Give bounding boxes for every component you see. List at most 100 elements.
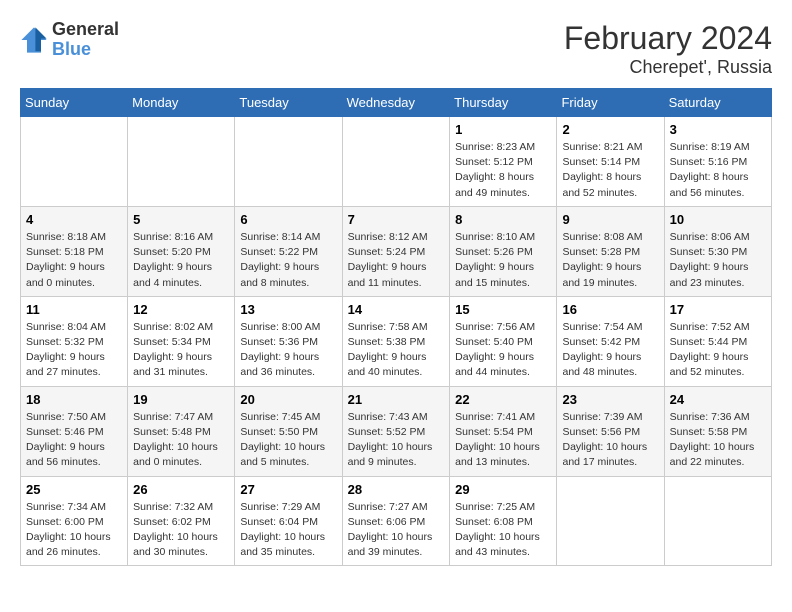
- day-detail: Sunrise: 8:12 AM Sunset: 5:24 PM Dayligh…: [348, 230, 445, 291]
- day-detail: Sunrise: 7:32 AM Sunset: 6:02 PM Dayligh…: [133, 500, 229, 561]
- calendar-cell: 25 Sunrise: 7:34 AM Sunset: 6:00 PM Dayli…: [21, 476, 128, 566]
- day-number: 3: [670, 122, 766, 137]
- calendar-cell: 7 Sunrise: 8:12 AM Sunset: 5:24 PM Daylig…: [342, 206, 450, 296]
- day-number: 4: [26, 212, 122, 227]
- day-detail: Sunrise: 7:27 AM Sunset: 6:06 PM Dayligh…: [348, 500, 445, 561]
- calendar-cell: 3 Sunrise: 8:19 AM Sunset: 5:16 PM Daylig…: [664, 117, 771, 207]
- col-header-wednesday: Wednesday: [342, 89, 450, 117]
- calendar-cell: 2Sunrise: 8:21 AM Sunset: 5:14 PM Daylig…: [557, 117, 664, 207]
- day-detail: Sunrise: 7:34 AM Sunset: 6:00 PM Dayligh…: [26, 500, 122, 561]
- day-number: 9: [562, 212, 658, 227]
- day-number: 7: [348, 212, 445, 227]
- day-number: 14: [348, 302, 445, 317]
- calendar-cell: 5 Sunrise: 8:16 AM Sunset: 5:20 PM Daylig…: [128, 206, 235, 296]
- day-detail: Sunrise: 7:47 AM Sunset: 5:48 PM Dayligh…: [133, 410, 229, 471]
- calendar-cell: [21, 117, 128, 207]
- calendar-cell: [128, 117, 235, 207]
- day-detail: Sunrise: 7:52 AM Sunset: 5:44 PM Dayligh…: [670, 320, 766, 381]
- day-number: 12: [133, 302, 229, 317]
- day-number: 24: [670, 392, 766, 407]
- day-number: 22: [455, 392, 551, 407]
- col-header-thursday: Thursday: [450, 89, 557, 117]
- day-number: 17: [670, 302, 766, 317]
- calendar-cell: 13Sunrise: 8:00 AM Sunset: 5:36 PM Dayli…: [235, 296, 342, 386]
- day-number: 20: [240, 392, 336, 407]
- day-number: 6: [240, 212, 336, 227]
- day-number: 26: [133, 482, 229, 497]
- calendar-cell: 16 Sunrise: 7:54 AM Sunset: 5:42 PM Dayli…: [557, 296, 664, 386]
- logo-blue: Blue: [52, 40, 119, 60]
- calendar-cell: 26 Sunrise: 7:32 AM Sunset: 6:02 PM Dayli…: [128, 476, 235, 566]
- calendar-cell: 29 Sunrise: 7:25 AM Sunset: 6:08 PM Dayli…: [450, 476, 557, 566]
- calendar-cell: 23 Sunrise: 7:39 AM Sunset: 5:56 PM Dayli…: [557, 386, 664, 476]
- day-number: 11: [26, 302, 122, 317]
- page-subtitle: Cherepet', Russia: [564, 57, 772, 78]
- day-number: 19: [133, 392, 229, 407]
- day-detail: Sunrise: 8:16 AM Sunset: 5:20 PM Dayligh…: [133, 230, 229, 291]
- calendar-cell: 8 Sunrise: 8:10 AM Sunset: 5:26 PM Daylig…: [450, 206, 557, 296]
- logo: General Blue: [20, 20, 119, 60]
- day-detail: Sunrise: 7:45 AM Sunset: 5:50 PM Dayligh…: [240, 410, 336, 471]
- day-detail: Sunrise: 8:06 AM Sunset: 5:30 PM Dayligh…: [670, 230, 766, 291]
- calendar-table: SundayMondayTuesdayWednesdayThursdayFrid…: [20, 88, 772, 566]
- calendar-cell: 12 Sunrise: 8:02 AM Sunset: 5:34 PM Dayli…: [128, 296, 235, 386]
- calendar-cell: [342, 117, 450, 207]
- col-header-monday: Monday: [128, 89, 235, 117]
- day-number: 15: [455, 302, 551, 317]
- day-detail: Sunrise: 8:10 AM Sunset: 5:26 PM Dayligh…: [455, 230, 551, 291]
- day-detail: Sunrise: 7:36 AM Sunset: 5:58 PM Dayligh…: [670, 410, 766, 471]
- logo-icon: [20, 26, 48, 54]
- day-number: 5: [133, 212, 229, 227]
- calendar-header-row: SundayMondayTuesdayWednesdayThursdayFrid…: [21, 89, 772, 117]
- day-detail: Sunrise: 7:41 AM Sunset: 5:54 PM Dayligh…: [455, 410, 551, 471]
- day-number: 21: [348, 392, 445, 407]
- day-detail: Sunrise: 8:04 AM Sunset: 5:32 PM Dayligh…: [26, 320, 122, 381]
- day-number: 10: [670, 212, 766, 227]
- page-header: General Blue February 2024 Cherepet', Ru…: [20, 20, 772, 78]
- calendar-cell: 9 Sunrise: 8:08 AM Sunset: 5:28 PM Daylig…: [557, 206, 664, 296]
- day-number: 1: [455, 122, 551, 137]
- calendar-cell: 19 Sunrise: 7:47 AM Sunset: 5:48 PM Dayli…: [128, 386, 235, 476]
- day-number: 23: [562, 392, 658, 407]
- calendar-cell: [664, 476, 771, 566]
- day-detail: Sunrise: 7:25 AM Sunset: 6:08 PM Dayligh…: [455, 500, 551, 561]
- calendar-cell: 15Sunrise: 7:56 AM Sunset: 5:40 PM Dayli…: [450, 296, 557, 386]
- day-number: 29: [455, 482, 551, 497]
- col-header-sunday: Sunday: [21, 89, 128, 117]
- week-row-1: 1Sunrise: 8:23 AM Sunset: 5:12 PM Daylig…: [21, 117, 772, 207]
- col-header-friday: Friday: [557, 89, 664, 117]
- day-detail: Sunrise: 7:58 AM Sunset: 5:38 PM Dayligh…: [348, 320, 445, 381]
- calendar-cell: 27Sunrise: 7:29 AM Sunset: 6:04 PM Dayli…: [235, 476, 342, 566]
- day-detail: Sunrise: 8:18 AM Sunset: 5:18 PM Dayligh…: [26, 230, 122, 291]
- calendar-cell: 21 Sunrise: 7:43 AM Sunset: 5:52 PM Dayli…: [342, 386, 450, 476]
- day-detail: Sunrise: 7:50 AM Sunset: 5:46 PM Dayligh…: [26, 410, 122, 471]
- day-detail: Sunrise: 7:54 AM Sunset: 5:42 PM Dayligh…: [562, 320, 658, 381]
- day-detail: Sunrise: 8:21 AM Sunset: 5:14 PM Dayligh…: [562, 140, 658, 201]
- week-row-2: 4 Sunrise: 8:18 AM Sunset: 5:18 PM Daylig…: [21, 206, 772, 296]
- calendar-cell: [557, 476, 664, 566]
- calendar-cell: 10 Sunrise: 8:06 AM Sunset: 5:30 PM Dayli…: [664, 206, 771, 296]
- day-number: 8: [455, 212, 551, 227]
- day-number: 18: [26, 392, 122, 407]
- calendar-cell: 4 Sunrise: 8:18 AM Sunset: 5:18 PM Daylig…: [21, 206, 128, 296]
- week-row-3: 11 Sunrise: 8:04 AM Sunset: 5:32 PM Dayli…: [21, 296, 772, 386]
- day-detail: Sunrise: 8:19 AM Sunset: 5:16 PM Dayligh…: [670, 140, 766, 201]
- day-detail: Sunrise: 7:39 AM Sunset: 5:56 PM Dayligh…: [562, 410, 658, 471]
- calendar-cell: 17 Sunrise: 7:52 AM Sunset: 5:44 PM Dayli…: [664, 296, 771, 386]
- day-number: 16: [562, 302, 658, 317]
- calendar-cell: 6 Sunrise: 8:14 AM Sunset: 5:22 PM Daylig…: [235, 206, 342, 296]
- col-header-tuesday: Tuesday: [235, 89, 342, 117]
- day-detail: Sunrise: 7:29 AM Sunset: 6:04 PM Dayligh…: [240, 500, 336, 561]
- calendar-cell: [235, 117, 342, 207]
- day-detail: Sunrise: 8:00 AM Sunset: 5:36 PM Dayligh…: [240, 320, 336, 381]
- day-detail: Sunrise: 7:43 AM Sunset: 5:52 PM Dayligh…: [348, 410, 445, 471]
- day-detail: Sunrise: 8:08 AM Sunset: 5:28 PM Dayligh…: [562, 230, 658, 291]
- day-detail: Sunrise: 8:14 AM Sunset: 5:22 PM Dayligh…: [240, 230, 336, 291]
- calendar-cell: 14 Sunrise: 7:58 AM Sunset: 5:38 PM Dayli…: [342, 296, 450, 386]
- day-detail: Sunrise: 8:02 AM Sunset: 5:34 PM Dayligh…: [133, 320, 229, 381]
- title-block: February 2024 Cherepet', Russia: [564, 20, 772, 78]
- calendar-cell: 22 Sunrise: 7:41 AM Sunset: 5:54 PM Dayli…: [450, 386, 557, 476]
- calendar-cell: 1Sunrise: 8:23 AM Sunset: 5:12 PM Daylig…: [450, 117, 557, 207]
- day-number: 25: [26, 482, 122, 497]
- calendar-cell: 20 Sunrise: 7:45 AM Sunset: 5:50 PM Dayli…: [235, 386, 342, 476]
